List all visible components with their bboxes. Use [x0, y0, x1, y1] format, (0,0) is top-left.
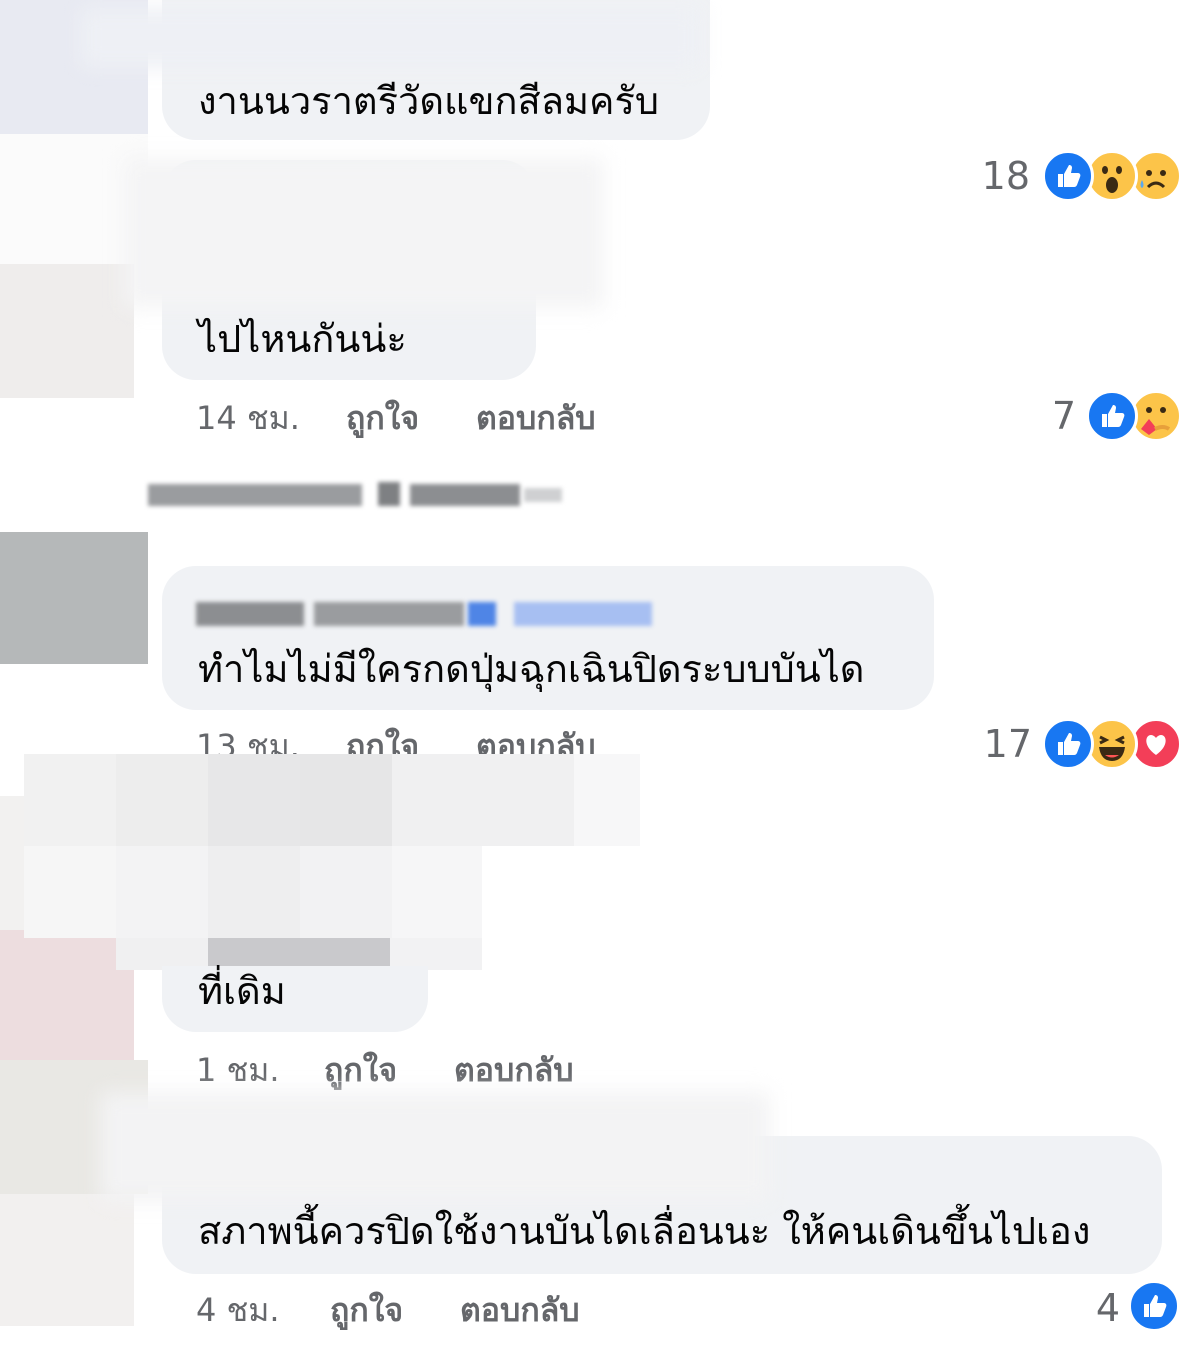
author-name-blurred [124, 158, 604, 308]
timestamp[interactable]: 1 ชม. [196, 1050, 324, 1090]
like-button[interactable]: ถูกใจ [346, 726, 476, 756]
like-button[interactable]: ถูกใจ [346, 398, 476, 438]
comment-text: สภาพนี้ควรปิดใช้งานบันไดเลื่อนนะ ให้คนเด… [198, 1209, 1091, 1253]
like-button[interactable]: ถูกใจ [330, 1290, 460, 1330]
author-name-blurred [100, 1092, 770, 1202]
timestamp[interactable]: 13 ชม. [196, 726, 346, 756]
timestamp[interactable]: 14 ชม. [196, 398, 346, 438]
comment-text: ทำไมไม่มีใครกดปุ่มฉุกเฉินปิดระบบบันได [198, 647, 865, 691]
comment-text: ที่เดิม [198, 969, 286, 1013]
like-icon[interactable] [1042, 150, 1094, 202]
timestamp[interactable]: 4 ชม. [196, 1290, 330, 1330]
like-icon[interactable] [1042, 718, 1094, 770]
reaction-count[interactable]: 17 [962, 722, 1032, 766]
view-replies-link-pixelated[interactable] [148, 478, 562, 512]
comment-actions: 14 ชม. ถูกใจ ตอบกลับ [196, 398, 596, 438]
like-icon[interactable] [1086, 390, 1138, 442]
comment-actions: 13 ชม. ถูกใจ ตอบกลับ [196, 726, 596, 756]
reply-button[interactable]: ตอบกลับ [476, 726, 596, 756]
reply-button[interactable]: ตอบกลับ [454, 1050, 574, 1090]
comment-text: งานนวราตรีวัดแขกสีลมครับ [198, 79, 659, 123]
reaction-count[interactable]: 7 [1010, 394, 1076, 438]
like-button[interactable]: ถูกใจ [324, 1050, 454, 1090]
reply-button[interactable]: ตอบกลับ [460, 1290, 580, 1330]
reply-button[interactable]: ตอบกลับ [476, 398, 596, 438]
author-name-blurred [80, 8, 700, 68]
reaction-count[interactable]: 4 [1060, 1286, 1120, 1330]
comment-text: ไปไหนกันน่ะ [198, 317, 407, 361]
author-name-pixelated [196, 598, 652, 628]
like-icon[interactable] [1128, 1280, 1180, 1332]
reaction-count[interactable]: 18 [960, 154, 1030, 198]
comment-actions: 4 ชม. ถูกใจ ตอบกลับ [196, 1290, 580, 1330]
comment-actions: 1 ชม. ถูกใจ ตอบกลับ [196, 1050, 574, 1090]
author-block-pixelated [24, 754, 640, 970]
